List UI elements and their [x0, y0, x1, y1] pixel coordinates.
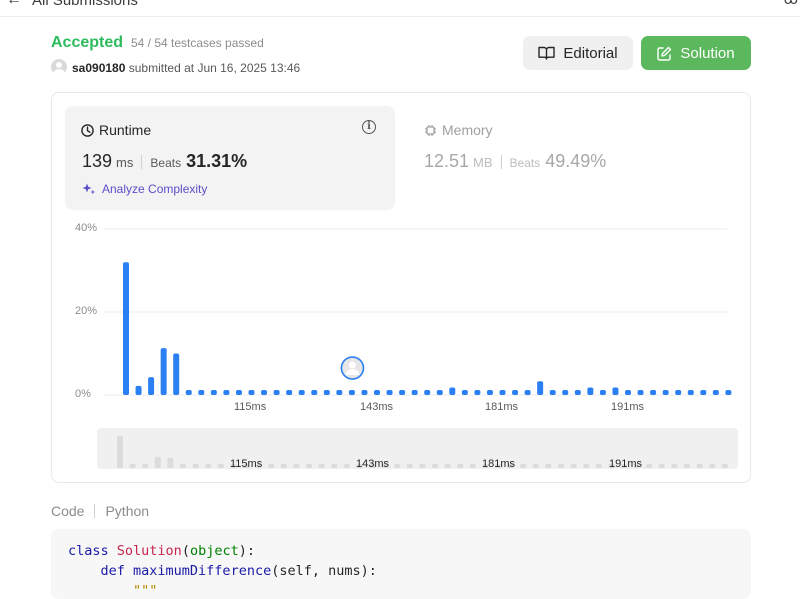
code-line: """ [68, 583, 157, 599]
mini-chart-bar [154, 456, 161, 468]
mini-chart-bar [646, 464, 653, 468]
mini-chart-bar [117, 436, 123, 468]
mini-chart-bar [432, 464, 438, 468]
mini-chart-bar [406, 464, 413, 468]
mini-chart-bar [545, 464, 552, 468]
code-token: ): [238, 543, 255, 559]
mini-chart-bar [343, 464, 350, 468]
mini-chart-bar [595, 464, 602, 468]
code-token: object [189, 543, 239, 559]
mini-chart-bar [419, 464, 426, 468]
mini-chart-bar [180, 464, 186, 468]
mini-chart-bar [217, 464, 224, 468]
code-token: (self, nums): [271, 563, 377, 579]
mini-chart-bar [469, 464, 476, 468]
mini-chart-bar [671, 464, 678, 468]
code-block[interactable]: class Solution(object): def maximumDiffe… [51, 529, 751, 599]
mini-chart-bar [293, 464, 300, 468]
mini-chart-bar [142, 463, 149, 468]
mini-chart-bar [570, 464, 577, 468]
mini-chart-bar [167, 458, 174, 468]
code-token: class [68, 543, 117, 559]
mini-chart-bar [129, 464, 136, 468]
code-line: class Solution(object): [68, 543, 255, 559]
mini-tick-label: 115ms [230, 458, 263, 470]
mini-chart-bar [684, 464, 690, 468]
code-header: Code Python [51, 503, 149, 519]
mini-chart-bar [268, 464, 275, 468]
mini-tick-label: 181ms [482, 458, 516, 470]
code-token: def [68, 563, 134, 579]
mini-tick-label: 191ms [609, 458, 643, 470]
mini-chart-bar [331, 464, 338, 468]
mini-chart-bar [709, 464, 716, 468]
mini-chart-bar [457, 464, 464, 468]
code-language: Python [105, 503, 150, 519]
mini-chart-bar [558, 464, 564, 468]
code-token: """ [68, 583, 158, 599]
mini-chart-bar [306, 464, 312, 468]
mini-chart-bar [520, 464, 527, 468]
code-line: def maximumDifference(self, nums): [68, 563, 377, 579]
mini-chart-bar [658, 464, 665, 468]
mini-chart-bar [280, 464, 287, 468]
code-token: maximumDifference [133, 563, 272, 579]
mini-chart-bar [192, 464, 199, 468]
mini-chart-bar [696, 464, 703, 468]
code-label: Code [51, 503, 85, 519]
mini-chart-bar [532, 464, 539, 468]
mini-chart-bar [205, 464, 212, 468]
mini-chart-bar [444, 464, 451, 468]
code-header-divider [94, 504, 96, 518]
code-token: ( [181, 543, 190, 559]
mini-tick-label: 143ms [356, 458, 390, 470]
mini-chart-bar [721, 464, 728, 468]
mini-chart-bar [583, 464, 590, 468]
code-token: Solution [116, 543, 182, 559]
mini-chart-bar [394, 464, 401, 468]
mini-chart-bar [318, 464, 325, 468]
